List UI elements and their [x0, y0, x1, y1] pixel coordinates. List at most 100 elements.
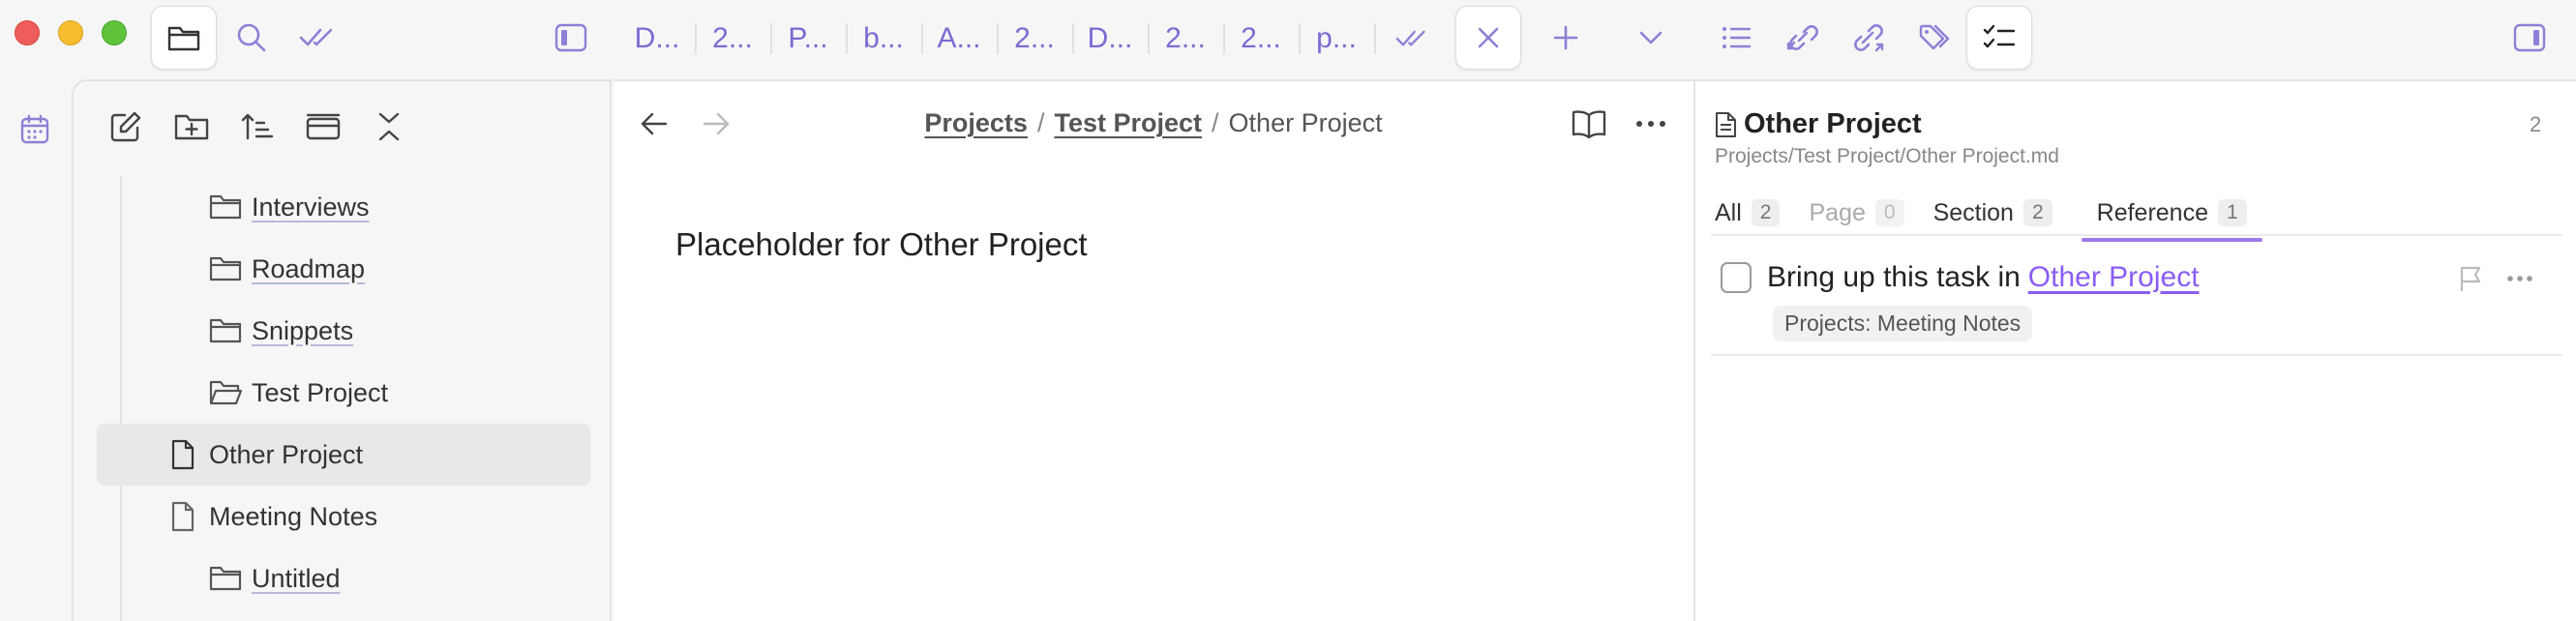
tree-item-snippets[interactable]: Snippets — [97, 300, 590, 362]
count-badge: 2 — [1751, 199, 1781, 226]
tab-tasks[interactable] — [1374, 14, 1450, 64]
sidebar-right-icon — [2513, 23, 2546, 52]
tab-section[interactable]: Section 2 — [1933, 184, 2052, 242]
tab[interactable]: A... — [921, 14, 997, 64]
count-badge: 1 — [2218, 199, 2247, 226]
folder-open-icon — [209, 376, 246, 409]
window-minimize-button[interactable] — [58, 20, 83, 45]
task-link[interactable]: Other Project — [2028, 261, 2200, 294]
sort-icon — [241, 113, 274, 140]
tree-item-meeting-notes[interactable]: Meeting Notes — [97, 486, 590, 547]
tab[interactable]: 2... — [1148, 14, 1223, 64]
task-divider — [1711, 354, 2562, 356]
tree-item-roadmap[interactable]: Roadmap — [97, 238, 590, 300]
tree-item-interviews[interactable]: Interviews — [97, 176, 590, 238]
new-note-button[interactable] — [93, 103, 159, 151]
task-more-button[interactable] — [2506, 265, 2533, 297]
more-options-button[interactable] — [1630, 103, 1672, 145]
outline-view-button[interactable] — [1709, 6, 1763, 70]
count-badge: 2 — [2022, 199, 2052, 226]
file-text-icon — [1715, 111, 1738, 138]
search-view-button[interactable] — [225, 6, 279, 70]
toggle-left-sidebar-button[interactable] — [548, 6, 594, 70]
active-tab-close-button[interactable] — [1455, 6, 1521, 70]
flag-button[interactable] — [2458, 265, 2483, 297]
edit-icon — [110, 111, 141, 142]
tree-item-untitled[interactable]: Untitled — [97, 547, 590, 609]
tab-label: 2... — [1241, 22, 1281, 54]
tab-list-button[interactable] — [1624, 6, 1678, 70]
breadcrumb-test-project[interactable]: Test Project — [1054, 108, 1202, 137]
breadcrumb-projects[interactable]: Projects — [924, 108, 1028, 137]
chevron-down-icon — [1639, 31, 1662, 44]
tab[interactable]: p... — [1299, 14, 1374, 64]
tab[interactable]: b... — [846, 14, 921, 64]
tab-label: All — [1715, 198, 1742, 226]
auto-reveal-button[interactable] — [290, 103, 356, 151]
breadcrumb-separator: / — [1036, 108, 1045, 137]
task-source-tag[interactable]: Projects: Meeting Notes — [1773, 306, 2033, 341]
panel-icon — [306, 113, 341, 140]
tab[interactable]: D... — [619, 14, 695, 64]
calendar-button[interactable] — [12, 106, 58, 153]
file-icon — [170, 500, 203, 533]
left-ribbon — [0, 79, 72, 621]
task-item: Bring up this task in Other Project — [1721, 261, 2200, 294]
sort-button[interactable] — [225, 103, 290, 151]
tree-item-label: Interviews — [252, 192, 370, 222]
tab-label: b... — [863, 22, 904, 54]
folder-icon — [167, 26, 200, 51]
reference-tabs: All 2 Page 0 Section 2 Reference 1 — [1715, 184, 2276, 242]
tasks-view-button[interactable] — [290, 6, 344, 70]
tree-item-test-project[interactable]: Test Project — [97, 362, 590, 424]
tab-reference[interactable]: Reference 1 — [2081, 184, 2262, 242]
tab-label: Page — [1809, 198, 1866, 226]
collapse-all-button[interactable] — [356, 103, 422, 151]
tab-label: Reference — [2096, 198, 2208, 226]
double-check-icon — [299, 28, 333, 46]
tab-label: Section — [1932, 198, 2014, 226]
checklist-icon — [1983, 24, 2016, 48]
tab[interactable]: D... — [1072, 14, 1148, 64]
editor-pane: Projects / Test Project / Other Project Plac… — [614, 79, 1693, 621]
task-checkbox[interactable] — [1721, 262, 1752, 293]
new-tab-button[interactable] — [1539, 6, 1593, 70]
tab[interactable]: 2... — [1223, 14, 1299, 64]
outgoing-links-view-button[interactable] — [1841, 6, 1895, 70]
link-out-icon — [1854, 24, 1884, 52]
tab-page[interactable]: Page 0 — [1809, 184, 1904, 242]
tabs-divider — [1711, 234, 2562, 236]
new-folder-button[interactable] — [159, 103, 225, 151]
tab-strip: D... 2... P... b... A... 2... D... 2... … — [619, 14, 1450, 64]
tab-all[interactable]: All 2 — [1715, 184, 1781, 242]
tree-item-label: Untitled — [252, 563, 341, 593]
task-list-view-button[interactable] — [1966, 6, 2032, 70]
note-body[interactable]: Placeholder for Other Project — [675, 226, 1088, 263]
tree-item-label: Test Project — [252, 377, 389, 407]
breadcrumb-current: Other Project — [1228, 108, 1383, 137]
double-check-icon — [1395, 30, 1425, 46]
tree-item-label: Roadmap — [252, 253, 366, 283]
files-view-button[interactable] — [151, 6, 217, 70]
link-in-icon — [1786, 25, 1818, 50]
tab[interactable]: 2... — [997, 14, 1072, 64]
tree-item-other-project[interactable]: Other Project — [97, 424, 590, 486]
tags-view-button[interactable] — [1906, 6, 1961, 70]
folder-icon — [209, 562, 246, 595]
tags-icon — [1919, 24, 1950, 50]
toggle-right-sidebar-button[interactable] — [2506, 6, 2553, 70]
reading-view-button[interactable] — [1568, 103, 1610, 145]
tab[interactable]: P... — [770, 14, 846, 64]
file-path: Projects/Test Project/Other Project.md — [1715, 145, 2059, 167]
sidebar-left-icon — [554, 23, 587, 52]
window-close-button[interactable] — [15, 20, 40, 45]
file-icon — [170, 438, 203, 471]
folder-plus-icon — [174, 114, 209, 140]
backlinks-view-button[interactable] — [1775, 6, 1829, 70]
breadcrumb: Projects / Test Project / Other Project — [614, 108, 1693, 138]
tab-label: A... — [937, 22, 981, 54]
editor-header: Projects / Test Project / Other Project — [614, 81, 1693, 168]
flag-icon — [2460, 266, 2481, 292]
window-zoom-button[interactable] — [102, 20, 127, 45]
tab[interactable]: 2... — [695, 14, 770, 64]
